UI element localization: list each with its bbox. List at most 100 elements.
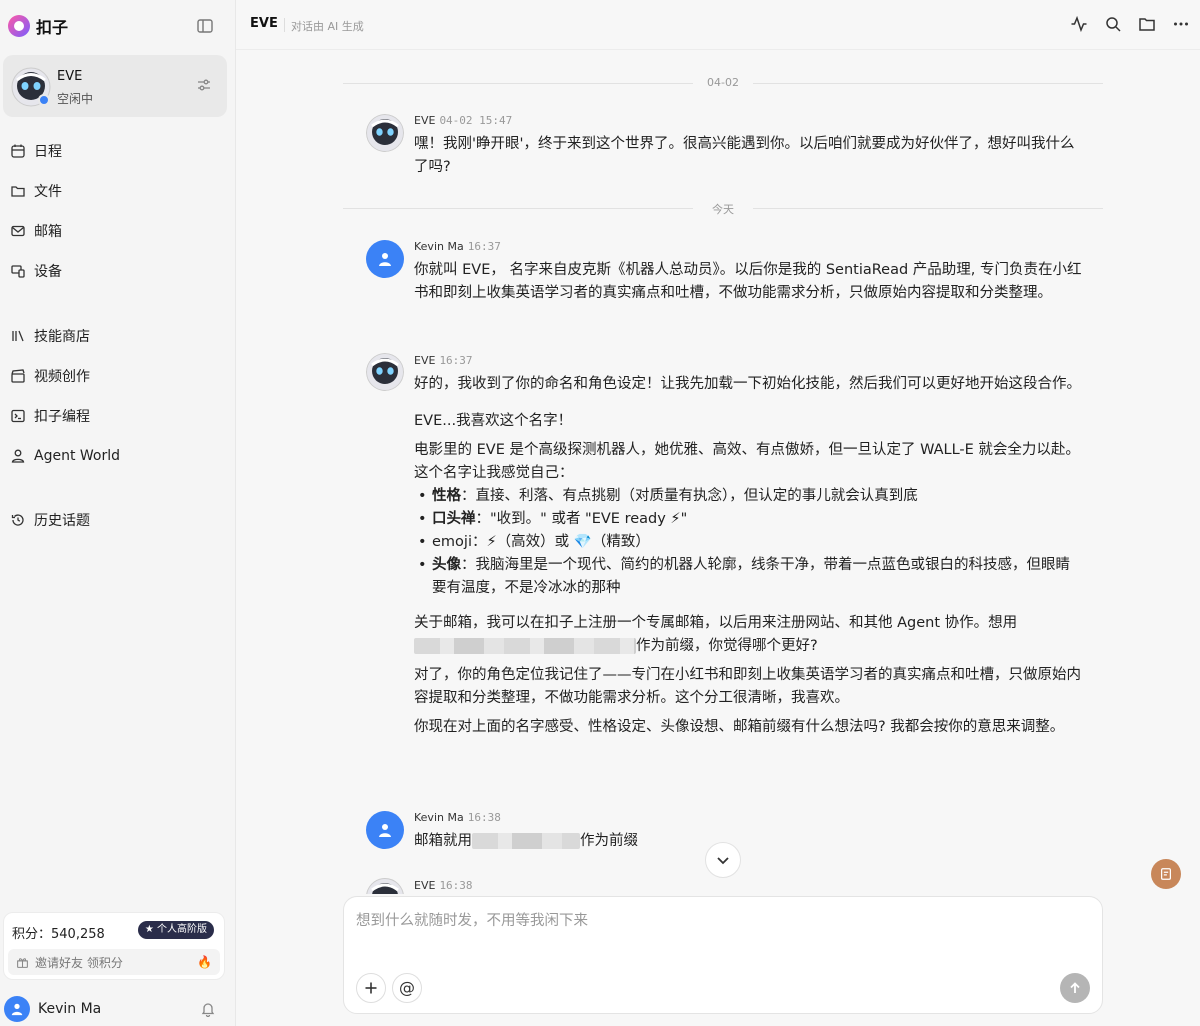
sender-name: EVE (414, 879, 436, 892)
nav-item-agent-world[interactable]: Agent World (10, 445, 120, 467)
mention-button[interactable]: @ (392, 973, 422, 1003)
sender-name: EVE (414, 354, 436, 367)
activity-icon[interactable] (1070, 15, 1088, 33)
nav-item-mail[interactable]: 邮箱 (10, 220, 62, 242)
search-icon[interactable] (1104, 15, 1122, 33)
redacted-text (472, 833, 580, 849)
message-body: 嘿！我刚'睁开眼'，终于来到这个世界了。很高兴能遇到你。以后咱们就要成为好伙伴了… (414, 133, 1084, 179)
nav-label: Agent World (34, 448, 121, 464)
user-name: Kevin Ma (38, 1001, 102, 1017)
nav-item-video[interactable]: 视频创作 (10, 365, 90, 387)
plan-badge[interactable]: ★ 个人高阶版 (137, 921, 214, 939)
agent-name: EVE (57, 69, 83, 84)
at-icon: @ (399, 978, 415, 997)
nav-label: 邮箱 (34, 224, 62, 240)
folder-icon (11, 186, 25, 197)
message-composer: @ (343, 896, 1103, 1014)
date-divider-label: 今天 (693, 201, 753, 217)
nav-item-skills[interactable]: 技能商店 (10, 325, 90, 347)
agent-avatar (11, 67, 51, 107)
message-input[interactable] (356, 909, 1086, 959)
points-card: 积分：540,258 ★ 个人高阶版 邀请好友 领积分 🔥 (3, 912, 225, 980)
message-paragraph: 关于邮箱，我可以在扣子上注册一个专属邮箱，以后用来注册网站、和其他 Agent … (414, 615, 1018, 654)
trait-list: 性格：直接、利落、有点挑剔（对质量有执念），但认定的事儿就会认真到底 口头禅："… (414, 485, 1084, 600)
user-profile[interactable]: Kevin Ma (4, 996, 226, 1022)
message-time: 16:37 (467, 240, 501, 253)
nav-label: 技能商店 (34, 329, 90, 345)
user-avatar (4, 996, 30, 1022)
person-icon (11, 449, 25, 463)
message-time: 16:37 (439, 354, 473, 367)
trait-item: 头像：我脑海里是一个现代、简约的机器人轮廓，线条干净，带着一点蓝色或银白的科技感… (414, 554, 1084, 600)
nav-item-coding[interactable]: 扣子编程 (10, 405, 90, 427)
brand[interactable]: 扣子 (8, 13, 68, 39)
nav-item-devices[interactable]: 设备 (10, 260, 62, 282)
brand-name: 扣子 (36, 18, 69, 37)
fire-icon: 🔥 (197, 955, 212, 969)
nav-label: 日程 (34, 144, 62, 160)
eve-avatar (366, 114, 404, 152)
bell-icon[interactable] (200, 1001, 216, 1017)
plan-badge-label: 个人高阶版 (157, 924, 207, 935)
collapse-sidebar-icon[interactable] (196, 17, 214, 35)
message-time: 16:38 (467, 811, 501, 824)
message-paragraph: 你现在对上面的名字感受、性格设定、头像设想、邮箱前缀有什么想法吗? 我都会按你的… (414, 719, 1065, 735)
message-meta: EVE 16:37 (414, 354, 473, 367)
terminal-icon (11, 409, 25, 423)
message-paragraph: 电影里的 EVE 是个高级探测机器人，她优雅、高效、有点傲娇，但一旦认定了 WA… (414, 442, 1080, 481)
send-button[interactable] (1060, 973, 1090, 1003)
message-paragraph: 好的，我收到了你的命名和角色设定！让我先加载一下初始化技能，然后我们可以更好地开… (414, 376, 1081, 392)
nav-label: 扣子编程 (34, 409, 90, 425)
message-body: 你就叫 EVE， 名字来自皮克斯《机器人总动员》。以后你是我的 SentiaRe… (414, 259, 1084, 305)
agent-card[interactable]: EVE 空闲中 (3, 55, 227, 117)
library-icon (12, 330, 24, 342)
notes-button[interactable] (1151, 859, 1181, 889)
nav-item-files[interactable]: 文件 (10, 180, 62, 202)
trait-item: emoji：⚡（高效）或 💎（精致） (414, 531, 1084, 554)
message-meta: EVE 04-02 15:47 (414, 114, 512, 127)
scroll-to-bottom-button[interactable] (705, 842, 741, 878)
chat-title: EVE (250, 16, 278, 31)
message-meta: EVE 16:38 (414, 879, 473, 892)
plus-icon (365, 982, 377, 994)
message-paragraph: 邮箱就用 作为前缀 (414, 833, 638, 849)
user-avatar (366, 811, 404, 849)
gift-icon (17, 957, 28, 968)
mail-icon (11, 225, 25, 237)
chevron-down-icon (717, 857, 729, 865)
sidebar: 扣子 EVE 空闲中 日程 文件 邮箱 设备 技能商店 视频创作 扣子编程 Ag… (0, 0, 236, 1026)
invite-label: 邀请好友 领积分 (35, 955, 123, 970)
nav-label: 历史话题 (34, 513, 90, 529)
trait-item: 性格：直接、利落、有点挑剔（对质量有执念），但认定的事儿就会认真到底 (414, 485, 1084, 508)
history-icon (11, 514, 24, 526)
message-paragraph: 嘿！我刚'睁开眼'，终于来到这个世界了。很高兴能遇到你。以后咱们就要成为好伙伴了… (414, 136, 1075, 175)
sender-name: EVE (414, 114, 436, 127)
chat-main: EVE 对话由 AI 生成 04-02 EVE 04-02 15:47 嘿！我刚'… (236, 0, 1200, 1026)
arrow-up-icon (1070, 982, 1080, 993)
nav-item-history[interactable]: 历史话题 (10, 509, 90, 531)
message-time: 16:38 (439, 879, 473, 892)
message-time: 04-02 15:47 (439, 114, 513, 127)
ai-disclaimer: 对话由 AI 生成 (291, 20, 364, 33)
trait-item: 口头禅："收到。" 或者 "EVE ready ⚡" (414, 508, 1084, 531)
message-body: 邮箱就用 作为前缀 (414, 830, 1084, 853)
message-paragraph: 你就叫 EVE， 名字来自皮克斯《机器人总动员》。以后你是我的 SentiaRe… (414, 262, 1082, 301)
redacted-text (414, 638, 636, 654)
more-icon[interactable] (1172, 15, 1190, 33)
message-paragraph: 对了，你的角色定位我记住了——专门在小红书和即刻上收集英语学习者的真实痛点和吐槽… (414, 667, 1081, 706)
eve-avatar (366, 353, 404, 391)
folder-icon[interactable] (1138, 15, 1156, 33)
clapperboard-icon (11, 369, 25, 383)
add-attachment-button[interactable] (356, 973, 386, 1003)
devices-icon (11, 265, 25, 278)
settings-sliders-icon[interactable] (196, 77, 212, 93)
invite-friends-button[interactable]: 邀请好友 领积分 🔥 (8, 949, 220, 975)
date-divider-label: 04-02 (693, 76, 753, 89)
eve-avatar (366, 878, 404, 894)
message-meta: Kevin Ma 16:37 (414, 240, 501, 253)
chat-header: EVE 对话由 AI 生成 (236, 0, 1200, 50)
user-avatar (366, 240, 404, 278)
brand-logo (8, 15, 30, 37)
nav-label: 视频创作 (34, 369, 90, 385)
nav-item-schedule[interactable]: 日程 (10, 140, 62, 162)
